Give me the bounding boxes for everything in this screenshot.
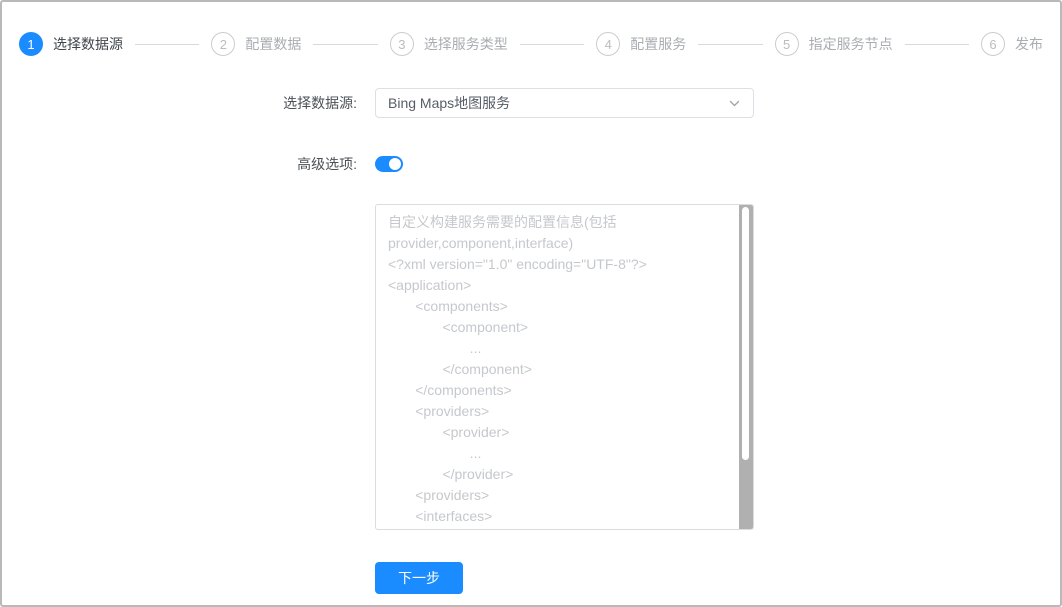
step-connector [313,43,378,45]
advanced-options-label: 高级选项: [297,156,357,172]
step-5-label: 指定服务节点 [808,36,893,52]
advanced-options-toggle[interactable] [375,156,403,172]
chevron-down-icon [728,97,741,110]
step-6-publish[interactable]: 6 发布 [981,32,1043,56]
step-5-specify-node[interactable]: 5 指定服务节点 [774,32,893,56]
step-4-configure-service[interactable]: 4 配置服务 [596,32,686,56]
step-connector [519,43,585,45]
toggle-knob [389,158,401,170]
step-3-select-service-type[interactable]: 3 选择服务类型 [389,32,508,56]
config-row: 自定义构建服务需要的配置信息(包括 provider,component,int… [2,204,1060,530]
step-6-label: 发布 [1015,36,1044,52]
step-connector [904,43,970,45]
step-1-select-datasource[interactable]: 1 选择数据源 [19,32,123,56]
step-4-badge: 4 [596,32,621,56]
step-2-badge: 2 [211,32,236,56]
datasource-label: 选择数据源: [283,95,357,111]
step-connector [698,43,763,45]
step-1-label: 选择数据源 [53,36,123,52]
step-5-badge: 5 [774,32,799,56]
textarea-scrollbar[interactable] [739,205,753,529]
advanced-options-row: 高级选项: [2,154,1060,174]
datasource-row: 选择数据源: Bing Maps地图服务 [2,88,1060,118]
step-2-label: 配置数据 [245,36,302,52]
step-connector [135,43,200,45]
scrollbar-thumb[interactable] [742,207,749,460]
step-2-configure-data[interactable]: 2 配置数据 [211,32,301,56]
next-step-button[interactable]: 下一步 [375,562,463,594]
wizard-stepper: 1 选择数据源 2 配置数据 3 选择服务类型 4 配置服务 5 指定服务节点 … [2,2,1060,66]
actions-row: 下一步 [2,562,1060,594]
datasource-select-value: Bing Maps地图服务 [388,95,511,111]
step-1-badge: 1 [19,32,43,56]
step-4-label: 配置服务 [630,36,687,52]
config-placeholder: 自定义构建服务需要的配置信息(包括 provider,component,int… [388,214,647,524]
step-3-badge: 3 [389,32,414,56]
datasource-select[interactable]: Bing Maps地图服务 [375,88,754,118]
step-3-label: 选择服务类型 [423,36,508,52]
step-6-badge: 6 [981,32,1006,56]
config-textarea[interactable]: 自定义构建服务需要的配置信息(包括 provider,component,int… [375,204,754,530]
wizard-window: 1 选择数据源 2 配置数据 3 选择服务类型 4 配置服务 5 指定服务节点 … [0,0,1062,607]
